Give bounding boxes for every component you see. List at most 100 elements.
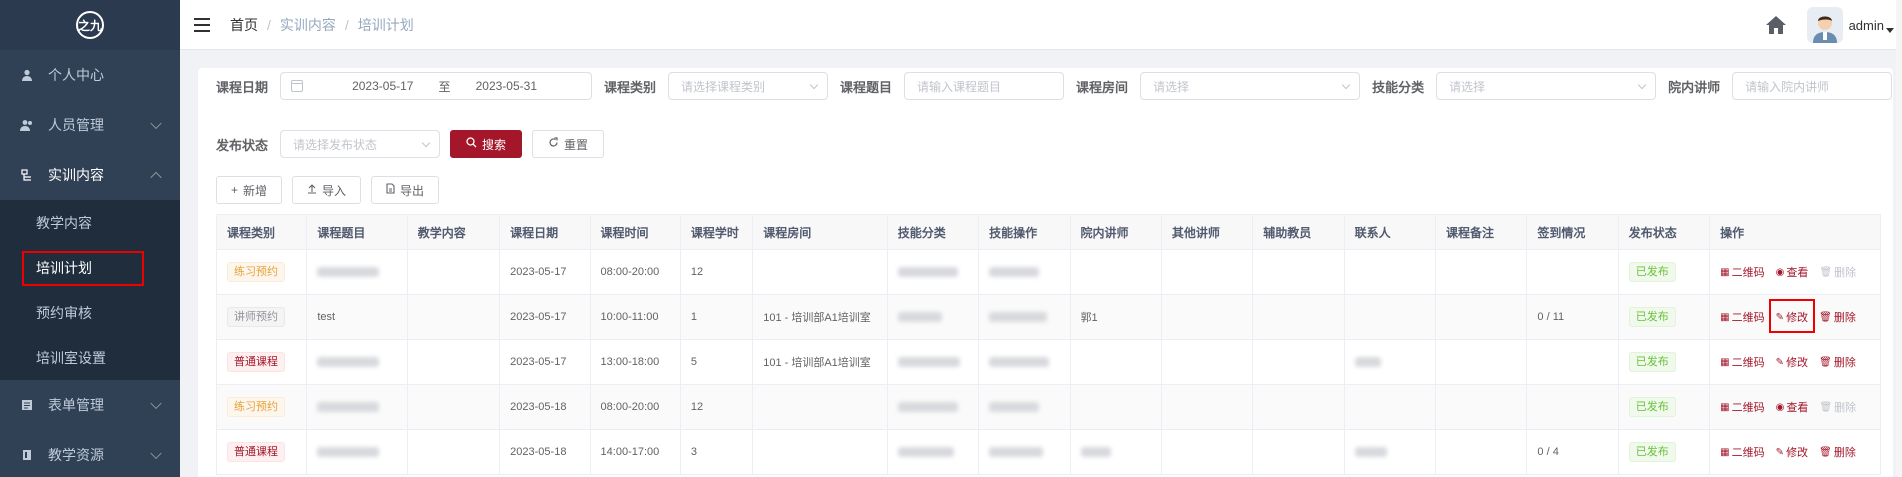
- cell-other-teacher: [1160, 339, 1254, 385]
- training-plan-table: 课程类别 课程题目 教学内容 课程日期 课程时间 课程学时 课程房间 技能分类 …: [215, 214, 1881, 475]
- room-select[interactable]: 请选择: [1140, 72, 1361, 100]
- delete-link[interactable]: 🗑 删除: [1819, 264, 1856, 280]
- redacted-text: [989, 312, 1048, 323]
- sidebar-item-staff[interactable]: 人员管理: [0, 100, 180, 150]
- sidebar-item-label: 教学资源: [48, 447, 104, 463]
- qrcode-link[interactable]: ▦ 二维码: [1720, 354, 1764, 370]
- qrcode-icon: ▦: [1720, 356, 1730, 368]
- redacted-text: [989, 357, 1050, 368]
- edit-link[interactable]: ✎ 修改: [1776, 444, 1808, 460]
- cell-type: 普通课程: [215, 339, 308, 385]
- add-button[interactable]: + 新增: [216, 176, 283, 204]
- chevron-down-icon: [809, 80, 819, 90]
- cell-other-teacher: [1160, 249, 1254, 295]
- view-link[interactable]: ◉ 查看: [1776, 264, 1809, 280]
- sidebar-subitem-room-settings[interactable]: 培训室设置: [0, 335, 180, 380]
- cell-date: 2023-05-18: [499, 384, 591, 430]
- delete-link[interactable]: 🗑 删除: [1819, 399, 1856, 415]
- status-badge: 已发布: [1628, 442, 1676, 462]
- breadcrumb-separator: /: [267, 16, 271, 33]
- sidebar-item-forms[interactable]: 表单管理: [0, 380, 180, 430]
- teacher-input[interactable]: 请输入院内讲师: [1732, 72, 1893, 100]
- edit-link[interactable]: ✎ 修改: [1776, 354, 1808, 370]
- trash-icon: 🗑: [1819, 356, 1832, 368]
- skill-label: 技能分类: [1372, 79, 1425, 95]
- edit-link[interactable]: ✎ 修改: [1768, 299, 1815, 333]
- export-button-label: 导出: [400, 183, 425, 198]
- cell-hours: 5: [679, 339, 754, 385]
- sidebar-subitem-label: 教学内容: [36, 214, 92, 231]
- delete-link[interactable]: 🗑 删除: [1819, 309, 1856, 325]
- sidebar-item-training-content[interactable]: 实训内容: [0, 150, 180, 200]
- breadcrumb-home[interactable]: 首页: [230, 15, 258, 35]
- cell-title: [306, 339, 408, 385]
- content-icon: [20, 168, 34, 182]
- delete-link[interactable]: 🗑 删除: [1819, 354, 1856, 370]
- main-card: 课程日期 2023-05-17 至 2023-05-31 课程类别 请选择课程类…: [198, 68, 1893, 477]
- cell-other-teacher: [1160, 429, 1254, 475]
- page-scrollbar[interactable]: [1896, 0, 1902, 477]
- caret-down-icon[interactable]: [1886, 27, 1894, 33]
- cell-room: [752, 384, 888, 430]
- breadcrumb-training-content[interactable]: 实训内容: [280, 15, 336, 35]
- op-label: 删除: [1834, 267, 1857, 279]
- cell-assistant: [1252, 429, 1345, 475]
- redacted-text: [989, 402, 1040, 413]
- username[interactable]: admin: [1849, 18, 1884, 33]
- cell-room: 101 - 培训部A1培训室: [752, 294, 888, 340]
- trash-icon: 🗑: [1819, 311, 1832, 323]
- cell-ops: ▦ 二维码 ✎ 修改 🗑 删除: [1709, 294, 1881, 340]
- cell-ops: ▦ 二维码 ✎ 修改 🗑 删除: [1709, 339, 1881, 385]
- cell-status: 已发布: [1617, 339, 1711, 385]
- qrcode-icon: ▦: [1720, 401, 1730, 413]
- cell-type: 讲师预约: [215, 294, 308, 340]
- search-button[interactable]: 搜索: [450, 130, 523, 158]
- avatar[interactable]: [1806, 7, 1843, 43]
- toolbar: + 新增 导入 导出: [216, 176, 449, 204]
- delete-link[interactable]: 🗑 删除: [1819, 444, 1856, 460]
- export-button[interactable]: 导出: [371, 176, 440, 204]
- skill-select[interactable]: 请选择: [1436, 72, 1657, 100]
- course-type-tag: 练习预约: [227, 262, 285, 282]
- cell-hours: 12: [679, 384, 754, 430]
- qrcode-link[interactable]: ▦ 二维码: [1720, 399, 1764, 415]
- course-type-select[interactable]: 请选择课程类别: [668, 72, 829, 100]
- cell-hours: 12: [679, 249, 754, 295]
- qrcode-link[interactable]: ▦ 二维码: [1720, 444, 1764, 460]
- sidebar-subitem-teaching-content[interactable]: 教学内容: [0, 200, 180, 245]
- sidebar-subitem-booking-review[interactable]: 预约审核: [0, 290, 180, 335]
- home-icon[interactable]: [1765, 14, 1787, 36]
- cell-content: [406, 429, 501, 475]
- cell-skill-op: [978, 429, 1071, 475]
- eye-icon: ◉: [1775, 266, 1785, 278]
- cell-skill: [886, 249, 980, 295]
- view-link[interactable]: ◉ 查看: [1776, 399, 1809, 415]
- reset-button[interactable]: 重置: [532, 130, 605, 158]
- cell-skill-op: [978, 249, 1071, 295]
- status-badge: 已发布: [1628, 352, 1676, 372]
- import-button[interactable]: 导入: [292, 176, 362, 204]
- status-select[interactable]: 请选择发布状态: [280, 130, 441, 158]
- qrcode-link[interactable]: ▦ 二维码: [1720, 309, 1764, 325]
- sidebar-item-resources[interactable]: 教学资源: [0, 430, 180, 477]
- cell-skill: [886, 339, 980, 385]
- filter-row-1: 课程日期 2023-05-17 至 2023-05-31 课程类别 请选择课程类…: [216, 72, 1893, 100]
- top-navbar: 首页 / 实训内容 / 培训计划 admin: [180, 0, 1902, 50]
- sidebar-subitem-training-plan[interactable]: 培训计划: [0, 245, 180, 290]
- course-title-input[interactable]: 请输入课程题目: [904, 72, 1065, 100]
- cell-teacher: [1069, 384, 1162, 430]
- table-row: 普通课程 2023-05-17 13:00-18:00 5 101 - 培训部A…: [215, 339, 1881, 385]
- sidebar-item-personal[interactable]: 个人中心: [0, 50, 180, 100]
- cell-teacher: [1069, 429, 1162, 475]
- room-placeholder: 请选择: [1153, 79, 1190, 94]
- nav-right: admin: [1765, 0, 1902, 50]
- table-header: 课程学时: [679, 214, 754, 250]
- chevron-down-icon: [421, 138, 431, 148]
- redacted-text: [897, 402, 958, 413]
- cell-assistant: [1252, 339, 1345, 385]
- table-header: 课程备注: [1435, 214, 1528, 250]
- qrcode-link[interactable]: ▦ 二维码: [1720, 264, 1764, 280]
- cell-contact: [1343, 294, 1437, 340]
- hamburger-icon[interactable]: [194, 17, 210, 32]
- course-date-range[interactable]: 2023-05-17 至 2023-05-31: [280, 72, 593, 100]
